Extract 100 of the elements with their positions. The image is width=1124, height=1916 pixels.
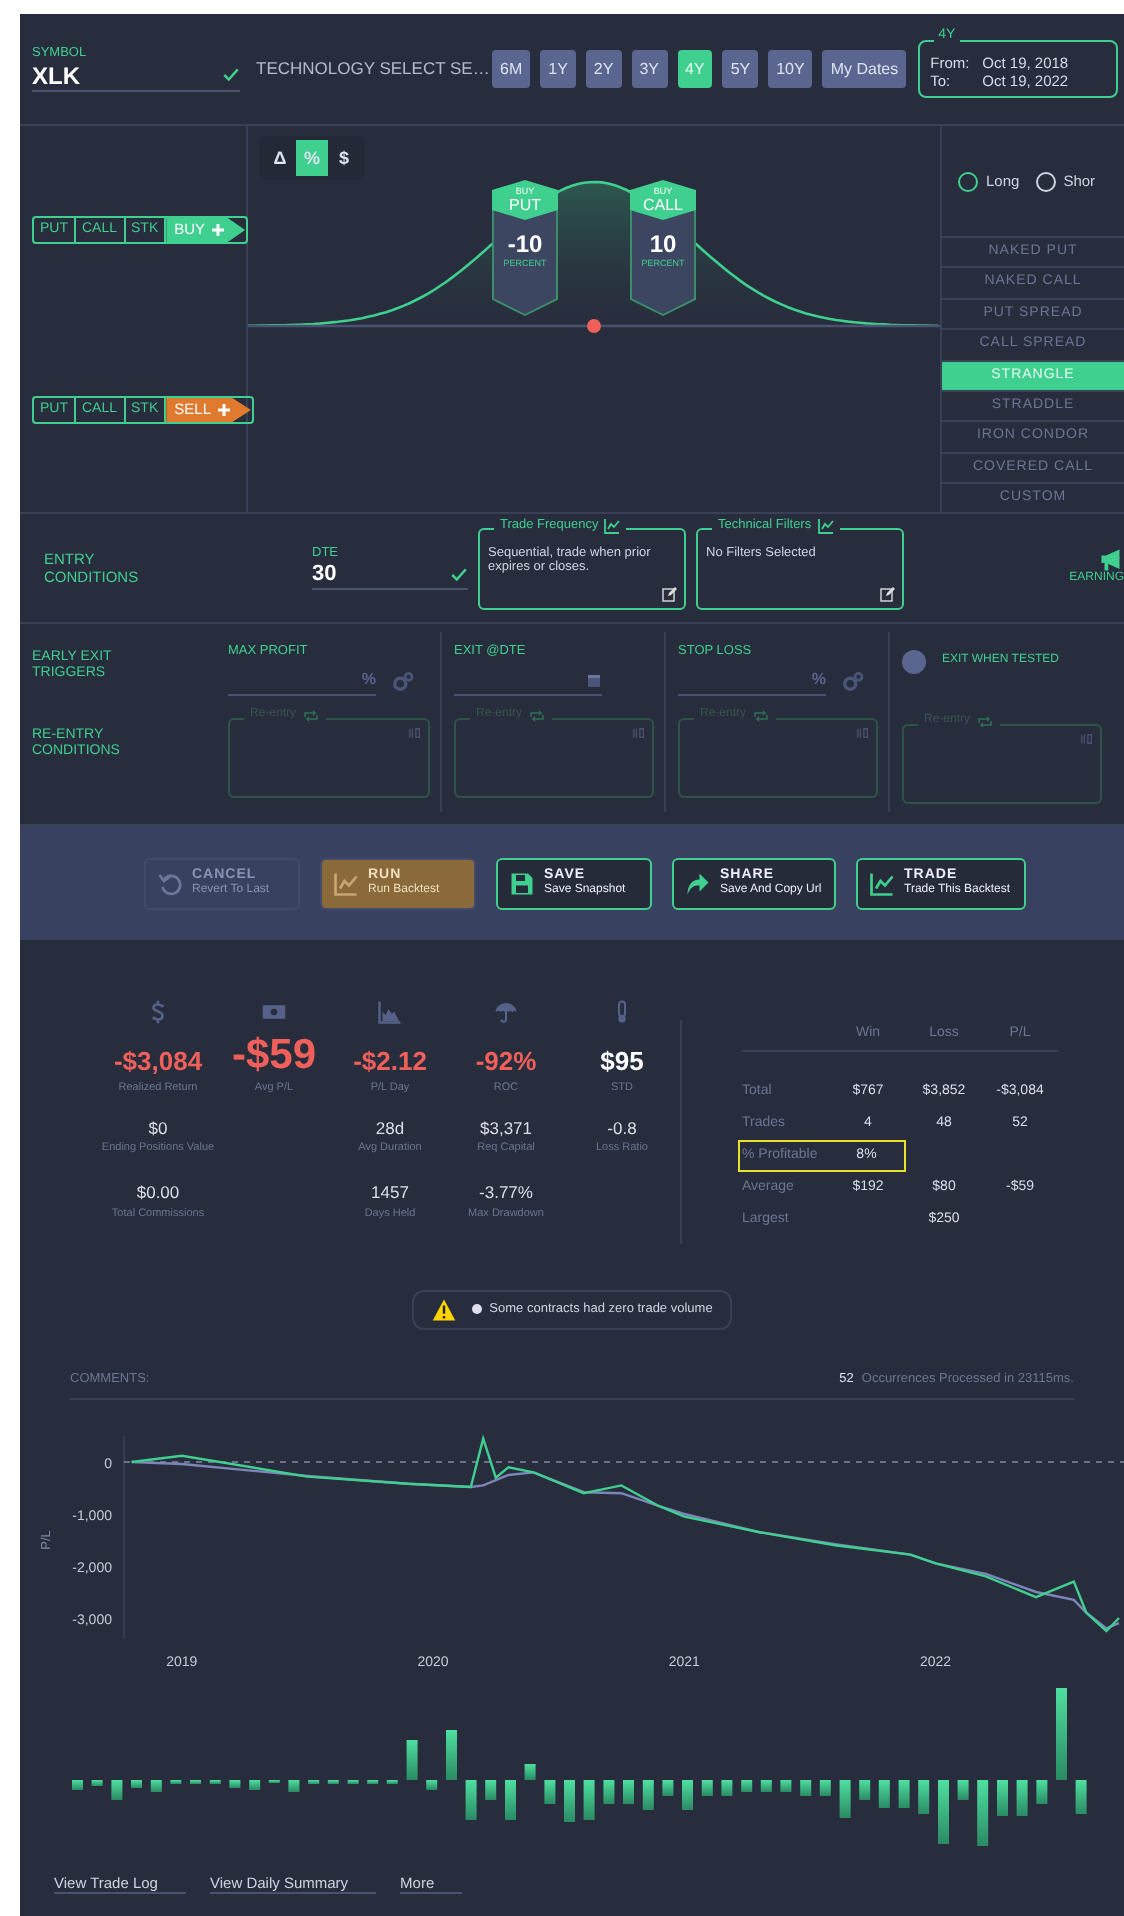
- toggle-switch[interactable]: [902, 650, 926, 674]
- chart-bar: [878, 1780, 890, 1808]
- repeat-icon: [528, 708, 547, 724]
- chart-bar: [662, 1780, 674, 1796]
- share-icon: [686, 871, 710, 895]
- plus-icon: [209, 222, 226, 238]
- chart-bar: [859, 1780, 871, 1800]
- chart-bar: [150, 1780, 162, 1792]
- chart-bar: [1075, 1780, 1087, 1814]
- chart-bar: [839, 1780, 851, 1818]
- unit-toggle[interactable]: $: [328, 140, 360, 176]
- repeat-icon: [752, 708, 771, 724]
- updown-icon: [408, 726, 422, 740]
- metric-value: -$3,084: [111, 1044, 205, 1078]
- chart-bar: [288, 1780, 300, 1792]
- chart-bar: [583, 1780, 595, 1820]
- period-button[interactable]: 6M: [492, 50, 531, 88]
- updown-icon: [1080, 732, 1094, 746]
- edit-icon: [662, 585, 678, 601]
- metric-value: -92%: [473, 1044, 539, 1078]
- chart-bar: [1056, 1688, 1067, 1780]
- chart-bar: [1036, 1780, 1048, 1804]
- metric-value: $3,371: [478, 1117, 534, 1138]
- metric-value: -0.8: [605, 1117, 639, 1138]
- chart-bar: [701, 1780, 713, 1796]
- price-dot: [587, 319, 601, 333]
- save-icon: [510, 871, 534, 895]
- chart-bar: [721, 1780, 733, 1796]
- reentry-box[interactable]: [454, 718, 654, 798]
- chart-bar: [603, 1780, 615, 1804]
- symbol-name: TECHNOLOGY SELECT SE…: [256, 58, 492, 80]
- metric-value: $0: [146, 1117, 170, 1138]
- cash-icon: [262, 1000, 286, 1024]
- chart-bar: [111, 1780, 123, 1800]
- chart-bar: [997, 1780, 1008, 1816]
- area-chart-icon: [378, 1000, 402, 1024]
- updown-icon: [632, 726, 646, 740]
- chart-bar: [426, 1780, 438, 1790]
- megaphone-icon: [1100, 548, 1124, 573]
- metric-value: -3.77%: [477, 1182, 535, 1204]
- chart-bar: [623, 1780, 634, 1804]
- chart-bar: [819, 1780, 831, 1796]
- dollar-icon: [146, 1000, 170, 1024]
- warning-icon: [431, 1298, 456, 1322]
- chart-bar: [72, 1780, 83, 1790]
- symbol-value: XLK: [32, 61, 80, 91]
- edit-icon: [880, 585, 896, 601]
- chart-icon: [334, 871, 358, 895]
- chart-bar: [131, 1780, 142, 1788]
- chart-bar: [1016, 1780, 1028, 1816]
- metric-value: $95: [598, 1044, 646, 1078]
- chart-icon: [817, 517, 834, 533]
- input-field[interactable]: %: [228, 664, 376, 696]
- chart-bar: [465, 1780, 477, 1820]
- period-button[interactable]: 1Y: [540, 50, 576, 88]
- period-button[interactable]: 3Y: [631, 50, 668, 88]
- check-icon: [450, 565, 468, 584]
- check-icon: [222, 66, 240, 85]
- input-field[interactable]: %: [678, 664, 826, 696]
- chart-bar: [898, 1780, 910, 1808]
- chart-bar: [918, 1780, 930, 1814]
- chart-bar: [505, 1780, 516, 1820]
- chart-bar: [977, 1780, 989, 1846]
- gear-icon: [392, 669, 414, 691]
- umbrella-icon: [494, 1000, 518, 1024]
- period-button[interactable]: 2Y: [585, 50, 622, 88]
- metric-value: -$59: [229, 1034, 319, 1078]
- chart-bar: [957, 1780, 969, 1800]
- metric-value: $0.00: [134, 1182, 182, 1204]
- calendar-icon: [586, 671, 602, 687]
- undo-icon: [158, 871, 182, 895]
- chart-bar: [780, 1780, 792, 1792]
- reentry-box[interactable]: [678, 718, 878, 798]
- chart-bar: [642, 1780, 654, 1810]
- chart-bar: [544, 1780, 556, 1804]
- chart-bar: [800, 1780, 812, 1796]
- metric-value: -$2.12: [351, 1044, 429, 1078]
- metric-value: 28d: [373, 1117, 407, 1138]
- chart-bar: [760, 1780, 772, 1792]
- chart-bar: [524, 1764, 536, 1780]
- chart-bar: [91, 1780, 103, 1786]
- gear-icon: [842, 669, 864, 691]
- period-button[interactable]: 10Y: [768, 50, 813, 88]
- unit-toggle[interactable]: Δ: [264, 140, 296, 176]
- repeat-icon: [976, 714, 995, 730]
- reentry-box[interactable]: [902, 724, 1102, 804]
- chart-bar: [485, 1780, 497, 1800]
- chart-icon: [604, 517, 621, 533]
- reentry-box[interactable]: [228, 718, 430, 798]
- chart-bar: [406, 1740, 418, 1780]
- bullet-dot: [471, 1304, 482, 1315]
- chart-bar: [249, 1780, 261, 1790]
- repeat-icon: [302, 708, 321, 724]
- chart-bar: [229, 1780, 241, 1788]
- plus-icon: [215, 402, 231, 418]
- chart-bar: [446, 1730, 457, 1780]
- chart-bar: [682, 1780, 693, 1810]
- chart-icon: [870, 871, 894, 895]
- period-button[interactable]: My Dates: [822, 50, 907, 88]
- period-button[interactable]: 5Y: [722, 50, 759, 88]
